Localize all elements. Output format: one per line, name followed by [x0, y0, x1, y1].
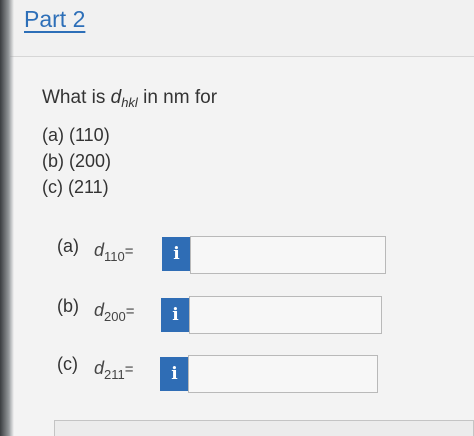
row-symbol-a-d: d	[94, 240, 105, 260]
answer-input-a[interactable]	[190, 236, 386, 274]
question-prefix: What is	[42, 87, 111, 108]
info-button-b[interactable]: i	[161, 298, 190, 332]
row-label-b: (b)	[57, 296, 79, 316]
row-symbol-c-subscript: 211	[104, 367, 125, 382]
question-symbol: d	[110, 87, 122, 108]
info-button-a[interactable]: i	[162, 237, 191, 271]
list-item-a: (a) (110)	[42, 125, 110, 145]
row-symbol-a-subscript: 110	[104, 249, 125, 264]
row-symbol-c: d211=	[94, 358, 134, 382]
list-item-c: (c) (211)	[42, 177, 109, 197]
question-subscript: hkl	[121, 95, 138, 110]
question-suffix: in nm for	[137, 87, 218, 108]
row-label-a: (a)	[57, 236, 79, 256]
row-symbol-b: d200=	[94, 300, 134, 324]
next-section-box	[54, 420, 474, 436]
screen: Part 2 What is dhkl in nm for (a) (110) …	[0, 0, 474, 436]
info-icon: i	[173, 244, 180, 264]
row-symbol-c-d: d	[94, 358, 105, 378]
row-symbol-b-equals: =	[125, 303, 135, 320]
question-text: What is dhkl in nm for	[42, 87, 217, 110]
row-symbol-a-equals: =	[124, 243, 134, 260]
info-icon: i	[171, 364, 178, 384]
answer-input-b[interactable]	[189, 296, 382, 334]
row-symbol-c-equals: =	[124, 361, 134, 378]
info-icon: i	[172, 305, 179, 325]
row-symbol-b-d: d	[94, 300, 105, 320]
row-symbol-a: d110=	[94, 240, 134, 264]
screen-edge-shadow	[0, 0, 14, 436]
part-title-link[interactable]: Part 2	[24, 6, 85, 33]
row-label-c: (c)	[57, 354, 78, 374]
info-button-c[interactable]: i	[160, 357, 189, 391]
list-item-b: (b) (200)	[42, 151, 112, 171]
answer-input-c[interactable]	[188, 355, 378, 393]
part-header: Part 2	[6, 0, 474, 56]
row-symbol-b-subscript: 200	[104, 309, 126, 324]
